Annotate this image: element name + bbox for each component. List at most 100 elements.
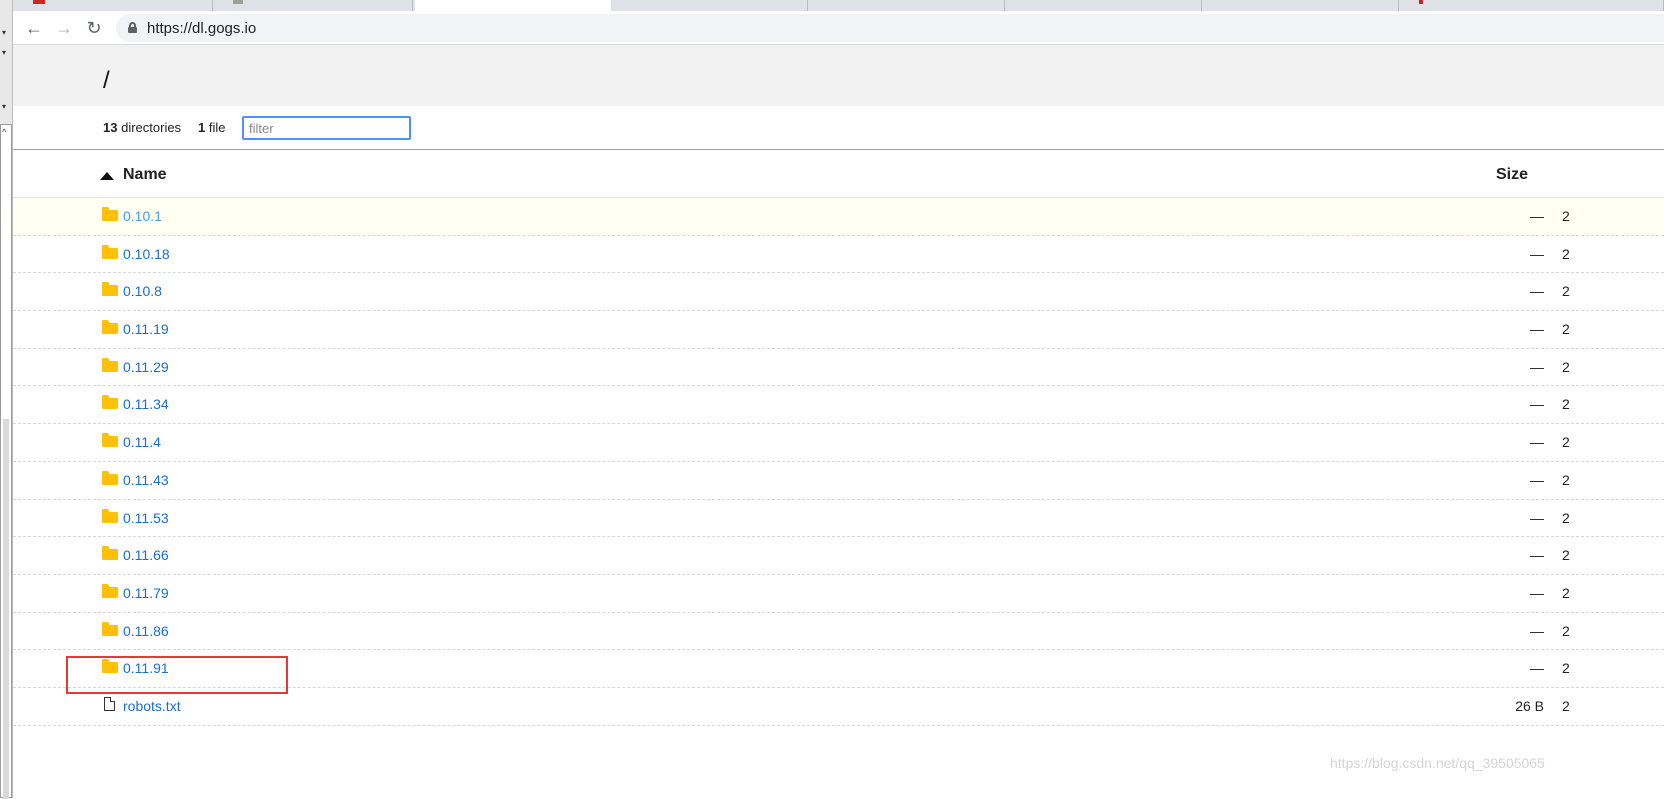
folder-icon xyxy=(102,621,118,636)
browser-tab[interactable] xyxy=(13,0,213,11)
browser-toolbar: ← → ↻ https://dl.gogs.io xyxy=(13,11,1664,45)
tab-favicon-icon xyxy=(33,0,45,4)
entry-size: — xyxy=(1530,584,1544,601)
folder-icon xyxy=(102,470,118,485)
page-header: / xyxy=(13,45,1664,106)
entry-size: — xyxy=(1530,358,1544,375)
browser-tab[interactable] xyxy=(808,0,1005,11)
entry-size: — xyxy=(1530,471,1544,488)
entry-link[interactable]: 0.10.8 xyxy=(123,283,162,299)
browser-tab[interactable] xyxy=(1202,0,1399,11)
size-column-header[interactable]: Size xyxy=(1496,166,1528,184)
entry-link[interactable]: 0.11.43 xyxy=(123,472,169,488)
folder-icon xyxy=(102,320,118,335)
outer-window-gutter: ▾ ▾ ▾ ^ xyxy=(0,0,13,799)
file-row[interactable]: robots.txt 26 B 2 xyxy=(13,688,1664,726)
entry-size: — xyxy=(1530,622,1544,639)
folder-row[interactable]: 0.10.8 — 2 xyxy=(13,273,1664,312)
folder-icon xyxy=(102,583,118,598)
entry-size: — xyxy=(1530,245,1544,262)
browser-tab[interactable] xyxy=(213,0,413,11)
tab-favicon-icon xyxy=(233,0,243,4)
entry-date: 2 xyxy=(1562,471,1570,488)
folder-icon xyxy=(102,395,118,410)
caret-down-icon: ▾ xyxy=(2,102,7,111)
entry-date: 2 xyxy=(1562,283,1570,300)
entry-size: — xyxy=(1530,208,1544,224)
file-count: 1 file xyxy=(198,120,226,135)
browser-tab[interactable] xyxy=(611,0,808,11)
browser-tab-active[interactable] xyxy=(415,0,611,11)
folder-row[interactable]: 0.11.4 — 2 xyxy=(13,424,1664,462)
entry-link[interactable]: 0.11.29 xyxy=(123,359,169,375)
watermark: https://blog.csdn.net/qq_39505065 xyxy=(1330,755,1545,771)
folder-row[interactable]: 0.11.79 — 2 xyxy=(13,575,1664,613)
url-text[interactable]: https://dl.gogs.io xyxy=(147,20,256,37)
listing-summary: 13 directories 1 file xyxy=(13,106,1664,150)
entry-size: — xyxy=(1530,396,1544,413)
folder-icon xyxy=(102,357,118,372)
entry-link[interactable]: 0.11.4 xyxy=(123,434,161,450)
scroll-up-icon[interactable]: ^ xyxy=(2,127,6,137)
entry-link[interactable]: 0.11.91 xyxy=(123,660,169,676)
filter-input[interactable] xyxy=(242,116,411,140)
entry-link[interactable]: 0.11.53 xyxy=(123,510,169,526)
entry-size: — xyxy=(1530,509,1544,526)
entry-date: 2 xyxy=(1562,358,1570,375)
folder-row[interactable]: 0.10.1 — 2 xyxy=(13,198,1664,236)
folder-row[interactable]: 0.10.18 — 2 xyxy=(13,236,1664,274)
entry-link[interactable]: robots.txt xyxy=(123,698,181,714)
outer-scrollbar[interactable]: ^ xyxy=(0,124,12,799)
entry-date: 2 xyxy=(1562,697,1570,714)
caret-down-icon: ▾ xyxy=(2,28,7,37)
entry-link[interactable]: 0.11.79 xyxy=(123,585,169,601)
back-arrow-icon: ← xyxy=(25,18,43,38)
entry-link[interactable]: 0.11.66 xyxy=(123,547,169,563)
back-button[interactable]: ← xyxy=(23,17,45,39)
reload-button[interactable]: ↻ xyxy=(83,17,105,39)
lock-icon[interactable] xyxy=(128,22,137,33)
entry-date: 2 xyxy=(1562,245,1570,262)
folder-row[interactable]: 0.11.43 — 2 xyxy=(13,462,1664,500)
entry-date: 2 xyxy=(1562,208,1570,224)
folder-row[interactable]: 0.11.34 — 2 xyxy=(13,386,1664,425)
entry-date: 2 xyxy=(1562,396,1570,413)
tab-favicon-icon xyxy=(1419,0,1423,4)
entry-size: — xyxy=(1530,434,1544,451)
file-icon xyxy=(102,696,118,711)
entry-link[interactable]: 0.10.1 xyxy=(123,208,162,224)
browser-tab[interactable] xyxy=(1005,0,1202,11)
folder-icon xyxy=(102,546,118,561)
folder-icon xyxy=(102,508,118,523)
entry-size: 26 B xyxy=(1515,697,1544,714)
scrollbar-thumb[interactable] xyxy=(3,419,9,799)
entry-size: — xyxy=(1530,547,1544,564)
folder-row[interactable]: 0.11.66 — 2 xyxy=(13,537,1664,575)
forward-arrow-icon: → xyxy=(55,18,73,38)
page-title: / xyxy=(103,67,110,94)
entry-date: 2 xyxy=(1562,321,1570,338)
entry-date: 2 xyxy=(1562,660,1570,677)
entry-link[interactable]: 0.11.34 xyxy=(123,396,169,412)
file-listing: Name Size 0.10.1—2 0.10.18—2 0.10.8—2 0.11.… xyxy=(13,150,1664,726)
tab-strip xyxy=(13,0,1664,11)
listing-header: Name Size xyxy=(13,150,1664,198)
folder-row[interactable]: 0.11.91 — 2 xyxy=(13,650,1664,688)
entry-date: 2 xyxy=(1562,434,1570,451)
folder-row[interactable]: 0.11.19 — 2 xyxy=(13,311,1664,349)
reload-icon: ↻ xyxy=(86,18,102,38)
folder-row[interactable]: 0.11.86 — 2 xyxy=(13,613,1664,651)
entry-link[interactable]: 0.10.18 xyxy=(123,246,170,262)
entry-size: — xyxy=(1530,660,1544,677)
folder-icon xyxy=(102,207,118,221)
entry-link[interactable]: 0.11.86 xyxy=(123,623,169,639)
folder-row[interactable]: 0.11.29 — 2 xyxy=(13,349,1664,387)
name-column-header[interactable]: Name xyxy=(123,166,167,184)
sort-ascending-icon[interactable] xyxy=(100,172,114,180)
folder-row[interactable]: 0.11.53 — 2 xyxy=(13,500,1664,538)
address-bar[interactable]: https://dl.gogs.io xyxy=(116,14,1664,42)
entry-link[interactable]: 0.11.19 xyxy=(123,321,169,337)
entry-date: 2 xyxy=(1562,509,1570,526)
browser-tab[interactable] xyxy=(1399,0,1664,11)
forward-button[interactable]: → xyxy=(53,17,75,39)
